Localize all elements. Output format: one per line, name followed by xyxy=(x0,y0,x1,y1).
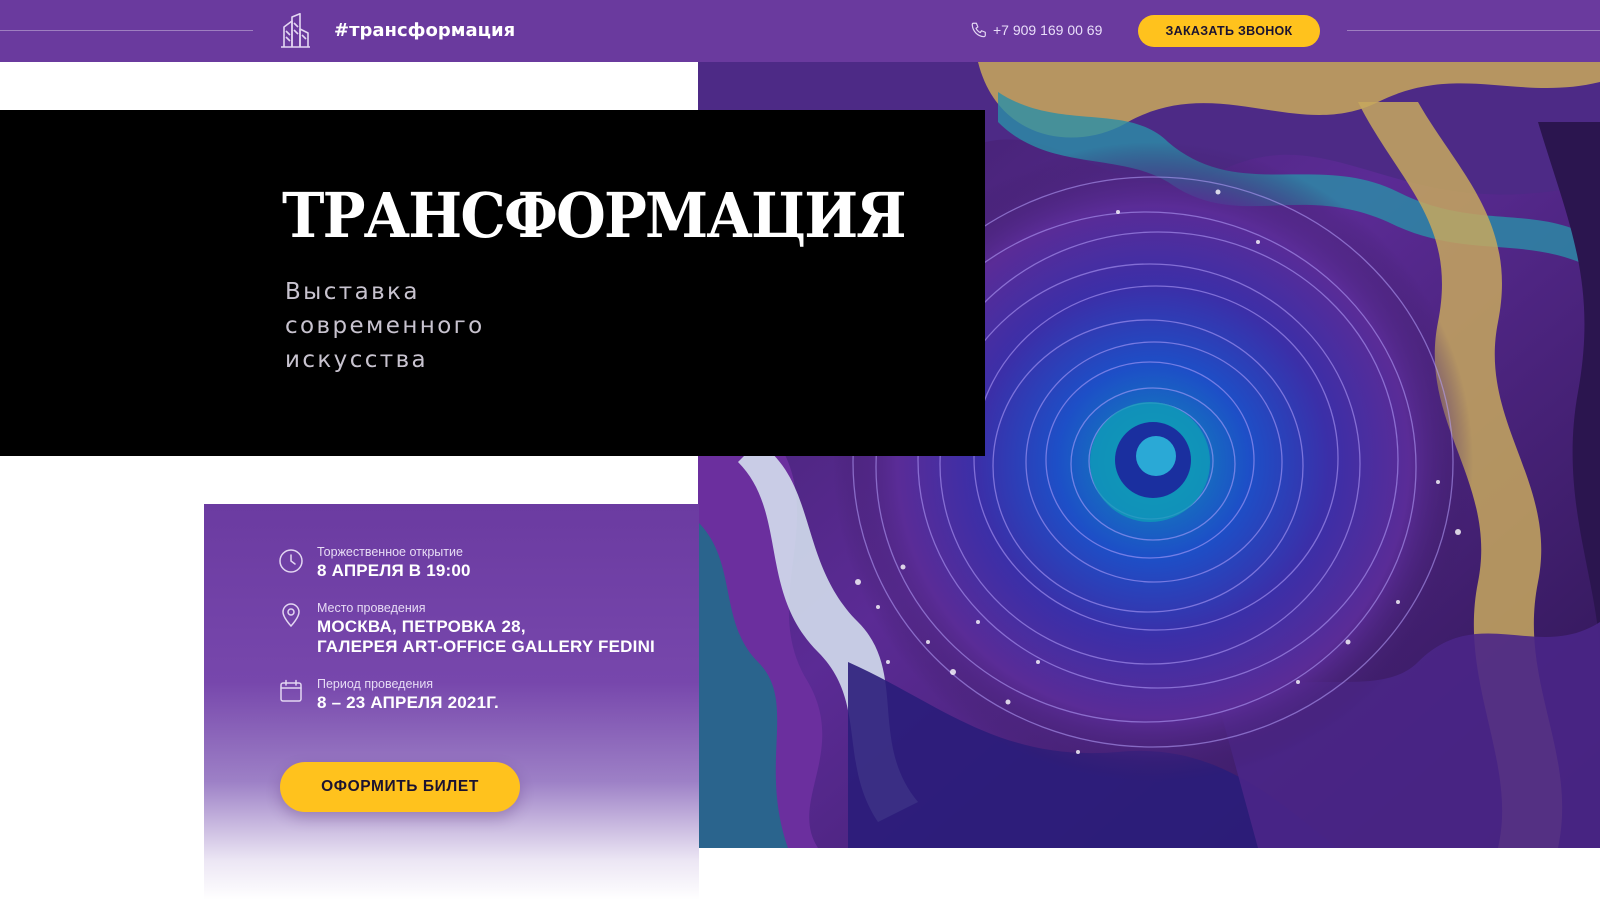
logo-icon[interactable] xyxy=(278,13,312,49)
subtitle-line-1: Выставка xyxy=(285,279,420,305)
brand-hashtag[interactable]: #трансформация xyxy=(334,18,515,44)
site-header: #трансформация +7 909 169 00 69 ЗАКАЗАТЬ… xyxy=(0,0,1600,62)
hero-title-panel: ТРАНСФОРМАЦИЯ Выставка современного иску… xyxy=(0,110,985,456)
map-pin-icon xyxy=(282,603,300,628)
order-call-button[interactable]: ЗАКАЗАТЬ ЗВОНОК xyxy=(1138,15,1320,47)
calendar-icon xyxy=(280,679,302,702)
period-label: Период проведения xyxy=(317,677,434,691)
header-divider-right xyxy=(1347,30,1600,31)
subtitle-line-2: современного xyxy=(285,313,485,339)
event-info-card: Торжественное открытие 8 АПРЕЛЯ В 19:00 … xyxy=(204,504,699,900)
page-title: ТРАНСФОРМАЦИЯ xyxy=(282,179,907,252)
phone-number[interactable]: +7 909 169 00 69 xyxy=(993,20,1102,40)
header-divider-left xyxy=(0,30,253,31)
page-subtitle: Выставка современного искусства xyxy=(285,275,625,377)
phone-icon xyxy=(971,22,986,38)
opening-value: 8 АПРЕЛЯ В 19:00 xyxy=(317,561,471,580)
venue-label: Место проведения xyxy=(317,601,426,615)
opening-label: Торжественное открытие xyxy=(317,545,463,559)
buy-ticket-button[interactable]: ОФОРМИТЬ БИЛЕТ xyxy=(280,762,520,812)
venue-value: МОСКВА, ПЕТРОВКА 28, ГАЛЕРЕЯ ART-OFFICE … xyxy=(317,617,655,656)
clock-icon xyxy=(279,549,303,573)
period-value: 8 – 23 АПРЕЛЯ 2021Г. xyxy=(317,693,499,712)
subtitle-line-3: искусства xyxy=(285,347,429,373)
